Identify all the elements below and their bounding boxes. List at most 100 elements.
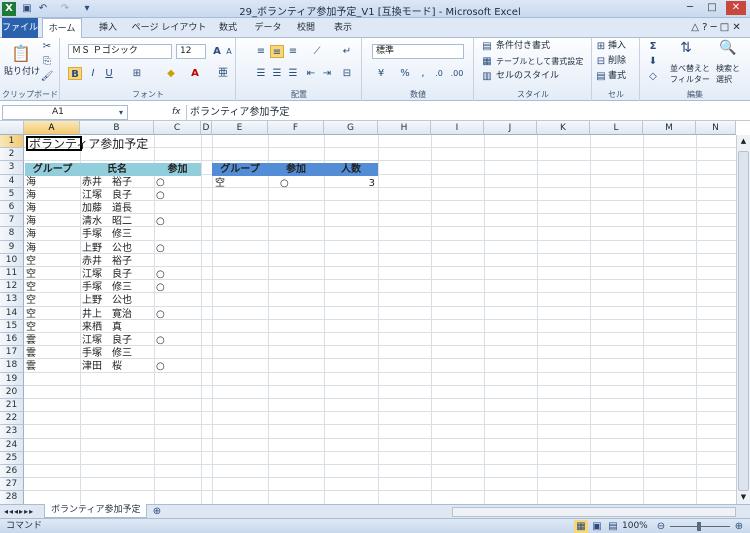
close-button[interactable]: ✕ [726, 1, 746, 15]
header-participation[interactable]: 参加 [154, 163, 201, 176]
cell-name[interactable]: 津田 桜 [82, 360, 122, 373]
cell-participation[interactable]: ○ [156, 268, 165, 281]
increase-decimal-icon[interactable]: .0 [432, 67, 446, 80]
cell-participation[interactable]: ○ [156, 334, 165, 347]
conditional-formatting-button[interactable]: 条件付き書式 [496, 40, 550, 53]
row-header[interactable]: 18 [0, 359, 24, 373]
tab-insert[interactable]: 挿入 [90, 18, 126, 38]
criteria-header-group[interactable]: グループ [212, 163, 268, 176]
formula-input[interactable]: ボランティア参加予定 [190, 106, 289, 119]
underline-button[interactable]: U [102, 67, 116, 80]
accounting-format-icon[interactable]: ¥ [374, 67, 388, 80]
zoom-in-icon[interactable]: ⊕ [732, 520, 746, 533]
percent-style-icon[interactable]: % [398, 67, 412, 80]
row-header[interactable]: 23 [0, 425, 24, 439]
cell-participation[interactable]: ○ [156, 360, 165, 373]
page-layout-view-icon[interactable]: ▣ [590, 520, 604, 533]
shrink-font-button[interactable]: A [222, 45, 236, 58]
comma-style-icon[interactable]: , [416, 67, 430, 80]
cell-group[interactable]: 雲 [26, 360, 36, 373]
font-size-select[interactable]: 12 [176, 44, 206, 59]
save-icon[interactable]: ▣ [20, 2, 34, 16]
merge-center-icon[interactable]: ⊟ [340, 67, 354, 80]
cell-group[interactable]: 空 [26, 268, 36, 281]
column-header[interactable]: B [80, 121, 154, 135]
row-header[interactable]: 13 [0, 293, 24, 307]
cell-group[interactable]: 海 [26, 242, 36, 255]
criteria-count-value[interactable]: 3 [324, 177, 375, 190]
cell-group[interactable]: 海 [26, 176, 36, 189]
row-header[interactable]: 22 [0, 412, 24, 426]
cell-participation[interactable]: ○ [156, 176, 165, 189]
tab-page-layout[interactable]: ページ レイアウト [130, 18, 208, 38]
quick-access-customize-icon[interactable]: ▾ [80, 2, 94, 16]
row-header[interactable]: 9 [0, 240, 24, 254]
scroll-up-icon[interactable]: ▲ [738, 137, 749, 147]
filter-button-label[interactable]: フィルター [670, 73, 710, 86]
cell-group[interactable]: 空 [26, 294, 36, 307]
fill-icon[interactable]: ⬇ [646, 55, 660, 68]
header-name[interactable]: 氏名 [80, 163, 154, 176]
criteria-group-value[interactable]: 空 [215, 177, 225, 190]
delete-button[interactable]: 削除 [608, 55, 626, 68]
tab-file[interactable]: ファイル [2, 18, 38, 38]
cell-group[interactable]: 海 [26, 215, 36, 228]
cell-group[interactable]: 空 [26, 281, 36, 294]
zoom-slider-thumb[interactable] [697, 522, 701, 531]
maximize-button[interactable]: □ [702, 1, 722, 15]
normal-view-icon[interactable]: ▦ [574, 520, 588, 533]
sort-filter-icon[interactable]: ⇅ [676, 41, 696, 60]
cell-group[interactable]: 海 [26, 189, 36, 202]
tab-review[interactable]: 校閲 [290, 18, 322, 38]
find-select-icon[interactable]: 🔍 [718, 41, 738, 60]
tab-formulas[interactable]: 数式 [210, 18, 246, 38]
cell-name[interactable]: 手塚 修三 [82, 281, 132, 294]
column-header[interactable]: F [268, 121, 324, 135]
cell-group[interactable]: 空 [26, 308, 36, 321]
row-header[interactable]: 7 [0, 214, 24, 228]
column-header[interactable]: J [484, 121, 537, 135]
format-button[interactable]: 書式 [608, 70, 626, 83]
cell-name[interactable]: 江塚 良子 [82, 334, 132, 347]
cell-name[interactable]: 手塚 修三 [82, 228, 132, 241]
name-box[interactable]: A1 [2, 105, 128, 120]
row-header[interactable]: 25 [0, 451, 24, 465]
decrease-decimal-icon[interactable]: .00 [450, 67, 464, 80]
cell-name[interactable]: 井上 寛治 [82, 308, 132, 321]
cell-a1-title[interactable]: ボランティア参加予定 [26, 136, 148, 151]
column-header[interactable]: G [324, 121, 378, 135]
cut-icon[interactable]: ✂ [40, 40, 54, 53]
cell-group[interactable]: 海 [26, 202, 36, 215]
row-header[interactable]: 21 [0, 399, 24, 413]
row-header[interactable]: 15 [0, 319, 24, 333]
decrease-indent-icon[interactable]: ⇤ [304, 67, 318, 80]
wrap-text-icon[interactable]: ↵ [340, 45, 354, 58]
worksheet-grid[interactable]: A B C D E F G H I J K L M N 1 2 3 4 5 6 7 8 9 10 1… [0, 121, 750, 505]
sheet-navigation-icon[interactable]: ◂◂◂▸▸▸ [4, 505, 34, 518]
criteria-header-participation[interactable]: 参加 [268, 163, 324, 176]
row-header[interactable]: 1 [0, 135, 24, 149]
cell-name[interactable]: 手塚 修三 [82, 347, 132, 360]
align-left-icon[interactable]: ☰ [254, 67, 268, 80]
row-header[interactable]: 26 [0, 465, 24, 479]
column-header[interactable]: I [431, 121, 484, 135]
column-header[interactable]: M [643, 121, 696, 135]
select-all-corner[interactable] [0, 121, 24, 135]
column-header[interactable]: E [212, 121, 268, 135]
phonetic-guide-icon[interactable]: 亜 [216, 67, 230, 80]
format-as-table-button[interactable]: テーブルとして書式設定 [496, 55, 583, 68]
autosum-icon[interactable]: Σ [646, 40, 660, 53]
row-header[interactable]: 14 [0, 306, 24, 320]
cell-name[interactable]: 来栖 真 [82, 321, 122, 334]
italic-button[interactable]: I [86, 67, 100, 80]
borders-icon[interactable]: ⊞ [130, 67, 144, 80]
copy-icon[interactable]: ⎘ [40, 55, 54, 68]
column-header[interactable]: H [378, 121, 431, 135]
cell-name[interactable]: 加藤 道長 [82, 202, 132, 215]
format-painter-icon[interactable]: 🖌 [40, 70, 54, 83]
cell-name[interactable]: 上野 公也 [82, 242, 132, 255]
row-header[interactable]: 12 [0, 280, 24, 294]
cell-group[interactable]: 雲 [26, 334, 36, 347]
tab-home[interactable]: ホーム [42, 18, 82, 39]
sheet-tab-active[interactable]: ボランティア参加予定 [44, 504, 148, 518]
